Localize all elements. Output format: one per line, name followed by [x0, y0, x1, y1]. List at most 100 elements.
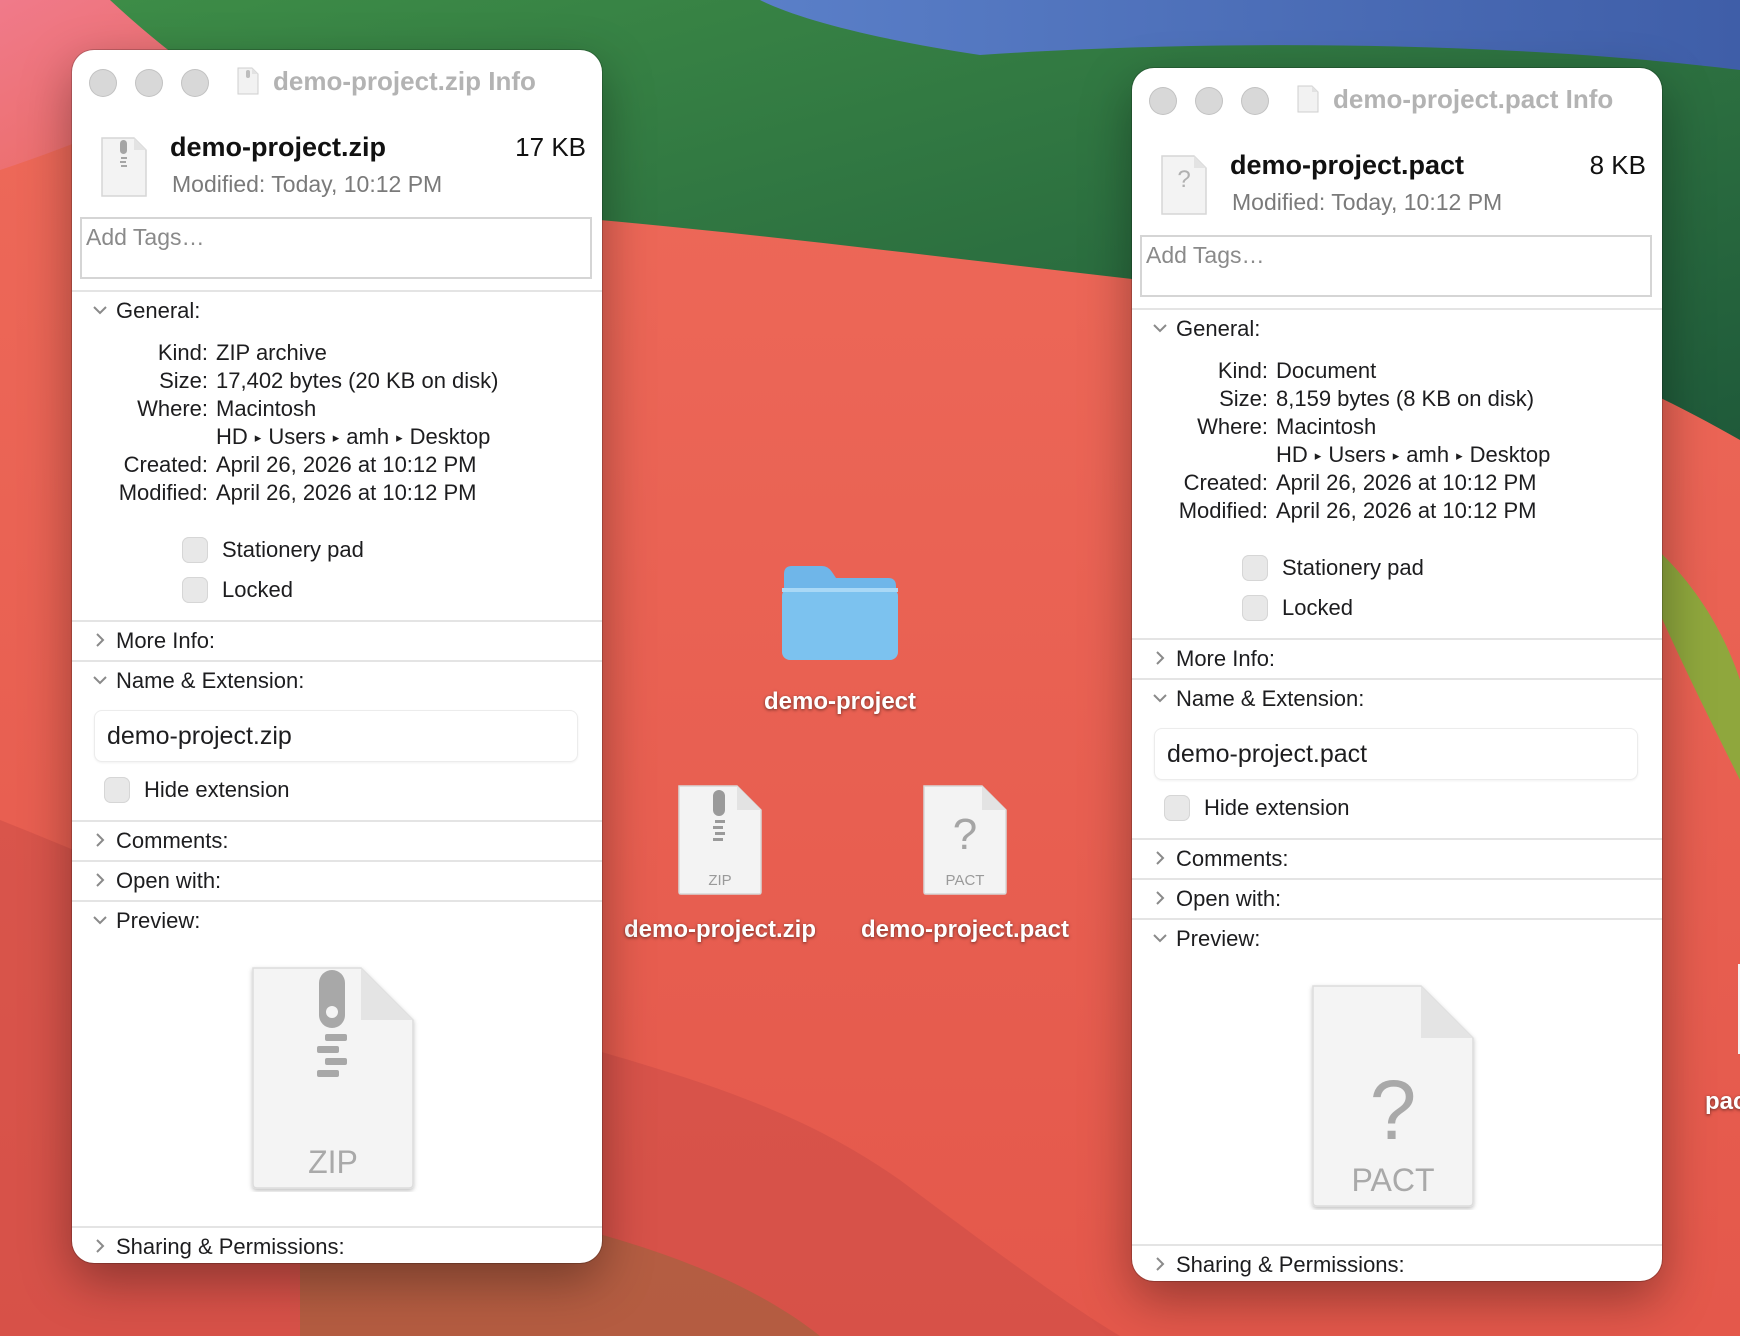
desktop-partial-item[interactable]: pac [1700, 960, 1740, 1120]
size-label: Size: [1219, 386, 1268, 411]
section-more-info[interactable]: More Info: [72, 622, 602, 660]
titlebar[interactable]: demo-project.pact Info [1132, 68, 1662, 130]
hide-extension-checkbox[interactable]: Hide extension [1164, 792, 1350, 824]
kind-label: Kind: [157, 340, 208, 365]
close-button[interactable] [1149, 87, 1177, 115]
checkbox[interactable] [1242, 555, 1268, 581]
file-size: 17 KB [515, 132, 586, 162]
info-window-zip: demo-project.zip Info demo-project.zip 1… [72, 50, 602, 1263]
section-general[interactable]: General: [72, 292, 602, 330]
document-file-icon [1297, 85, 1319, 113]
checkbox[interactable] [1242, 595, 1268, 621]
where-value: Macintosh HD ▸ Users ▸ amh ▸ Desktop [1276, 413, 1646, 470]
created-label: Created: [123, 452, 208, 477]
modified-summary: Modified: Today, 10:12 PM [1232, 189, 1503, 215]
desktop-zip-label: demo-project.zip [623, 916, 817, 943]
header-icon-glyph: ? [1177, 166, 1191, 193]
partial-item-label: pac [1705, 1088, 1740, 1115]
path-user: amh [1406, 442, 1450, 467]
name-extension-input[interactable] [1154, 728, 1638, 780]
checkbox[interactable] [104, 777, 130, 803]
created-value: April 26, 2026 at 10:12 PM [216, 452, 477, 477]
modified-summary: Modified: Today, 10:12 PM [172, 171, 443, 197]
zip-badge: ZIP [708, 872, 732, 889]
checkbox-label: Stationery pad [1282, 555, 1424, 580]
preview-badge: ZIP [308, 1144, 358, 1180]
chevron-right-icon [96, 833, 105, 847]
section-sharing-permissions[interactable]: Sharing & Permissions: [72, 1228, 602, 1263]
section-open-with[interactable]: Open with: [72, 862, 602, 900]
kind-label: Kind: [1217, 358, 1268, 383]
desktop: demo-project ZIP demo-project.zip ? PACT… [0, 0, 1740, 1336]
titlebar[interactable]: demo-project.zip Info [72, 50, 602, 112]
checkbox-label: Stationery pad [222, 537, 364, 562]
chevron-down-icon [1153, 694, 1167, 703]
stationery-pad-checkbox[interactable]: Stationery pad [1242, 552, 1424, 584]
file-name: demo-project.zip [170, 132, 387, 162]
zip-archive-icon [101, 137, 147, 197]
section-preview[interactable]: Preview: [72, 902, 602, 940]
kind-value: ZIP archive [216, 340, 327, 365]
section-comments[interactable]: Comments: [1132, 840, 1662, 878]
section-comments[interactable]: Comments: [72, 822, 602, 860]
section-label: Preview: [1176, 926, 1261, 951]
section-label: Name & Extension: [1176, 686, 1365, 711]
window-title: demo-project.pact Info [1333, 83, 1614, 114]
pact-badge: PACT [945, 872, 985, 889]
locked-checkbox[interactable]: Locked [182, 574, 293, 606]
section-more-info[interactable]: More Info: [1132, 640, 1662, 678]
section-label: Sharing & Permissions: [1176, 1252, 1405, 1277]
chevron-right-icon [96, 633, 105, 647]
desktop-folder-demo-project[interactable]: demo-project [760, 552, 920, 722]
tags-input[interactable] [82, 219, 590, 256]
minimize-button[interactable] [1195, 87, 1223, 115]
section-open-with[interactable]: Open with: [1132, 880, 1662, 918]
created-value: April 26, 2026 at 10:12 PM [1276, 470, 1537, 495]
stationery-pad-checkbox[interactable]: Stationery pad [182, 534, 364, 566]
modified-label: Modified: [118, 480, 208, 505]
chevron-right-icon [1156, 1257, 1165, 1271]
folder-icon [782, 566, 898, 660]
zoom-button[interactable] [1241, 87, 1269, 115]
tags-field[interactable] [80, 217, 592, 279]
pact-glyph: ? [952, 810, 978, 859]
desktop-file-zip[interactable]: ZIP demo-project.zip [624, 780, 816, 960]
section-name-extension[interactable]: Name & Extension: [72, 662, 602, 700]
modified-value: April 26, 2026 at 10:12 PM [216, 480, 477, 505]
desktop-file-pact[interactable]: ? PACT demo-project.pact [861, 780, 1069, 960]
section-name-extension[interactable]: Name & Extension: [1132, 680, 1662, 718]
checkbox[interactable] [182, 577, 208, 603]
section-label: General: [1176, 316, 1261, 341]
info-window-pact: demo-project.pact Info ? demo-project.pa… [1132, 68, 1662, 1281]
checkbox[interactable] [1164, 795, 1190, 821]
section-preview[interactable]: Preview: [1132, 920, 1662, 958]
section-general[interactable]: General: [1132, 310, 1662, 348]
size-value: 8,159 bytes (8 KB on disk) [1276, 386, 1535, 411]
section-label: More Info: [1176, 646, 1276, 671]
section-label: Open with: [1176, 886, 1282, 911]
chevron-down-icon [93, 916, 107, 925]
checkbox[interactable] [182, 537, 208, 563]
tags-field[interactable] [1140, 235, 1652, 297]
checkbox-label: Hide extension [1204, 795, 1350, 820]
name-extension-input[interactable] [94, 710, 578, 762]
path-separator-icon: ▸ [1392, 448, 1400, 463]
section-label: General: [116, 298, 201, 323]
section-label: Name & Extension: [116, 668, 305, 693]
zoom-button[interactable] [181, 69, 209, 97]
where-label: Where: [1197, 414, 1268, 439]
section-label: More Info: [116, 628, 216, 653]
preview-glyph: ? [1369, 1063, 1417, 1157]
chevron-down-icon [93, 306, 107, 315]
section-sharing-permissions[interactable]: Sharing & Permissions: [1132, 1246, 1662, 1281]
section-label: Open with: [116, 868, 222, 893]
locked-checkbox[interactable]: Locked [1242, 592, 1353, 624]
hide-extension-checkbox[interactable]: Hide extension [104, 774, 290, 806]
path-users: Users [1328, 442, 1386, 467]
size-value: 17,402 bytes (20 KB on disk) [216, 368, 499, 393]
close-button[interactable] [89, 69, 117, 97]
checkbox-label: Hide extension [144, 777, 290, 802]
tags-input[interactable] [1142, 237, 1650, 274]
minimize-button[interactable] [135, 69, 163, 97]
checkbox-label: Locked [222, 577, 293, 602]
